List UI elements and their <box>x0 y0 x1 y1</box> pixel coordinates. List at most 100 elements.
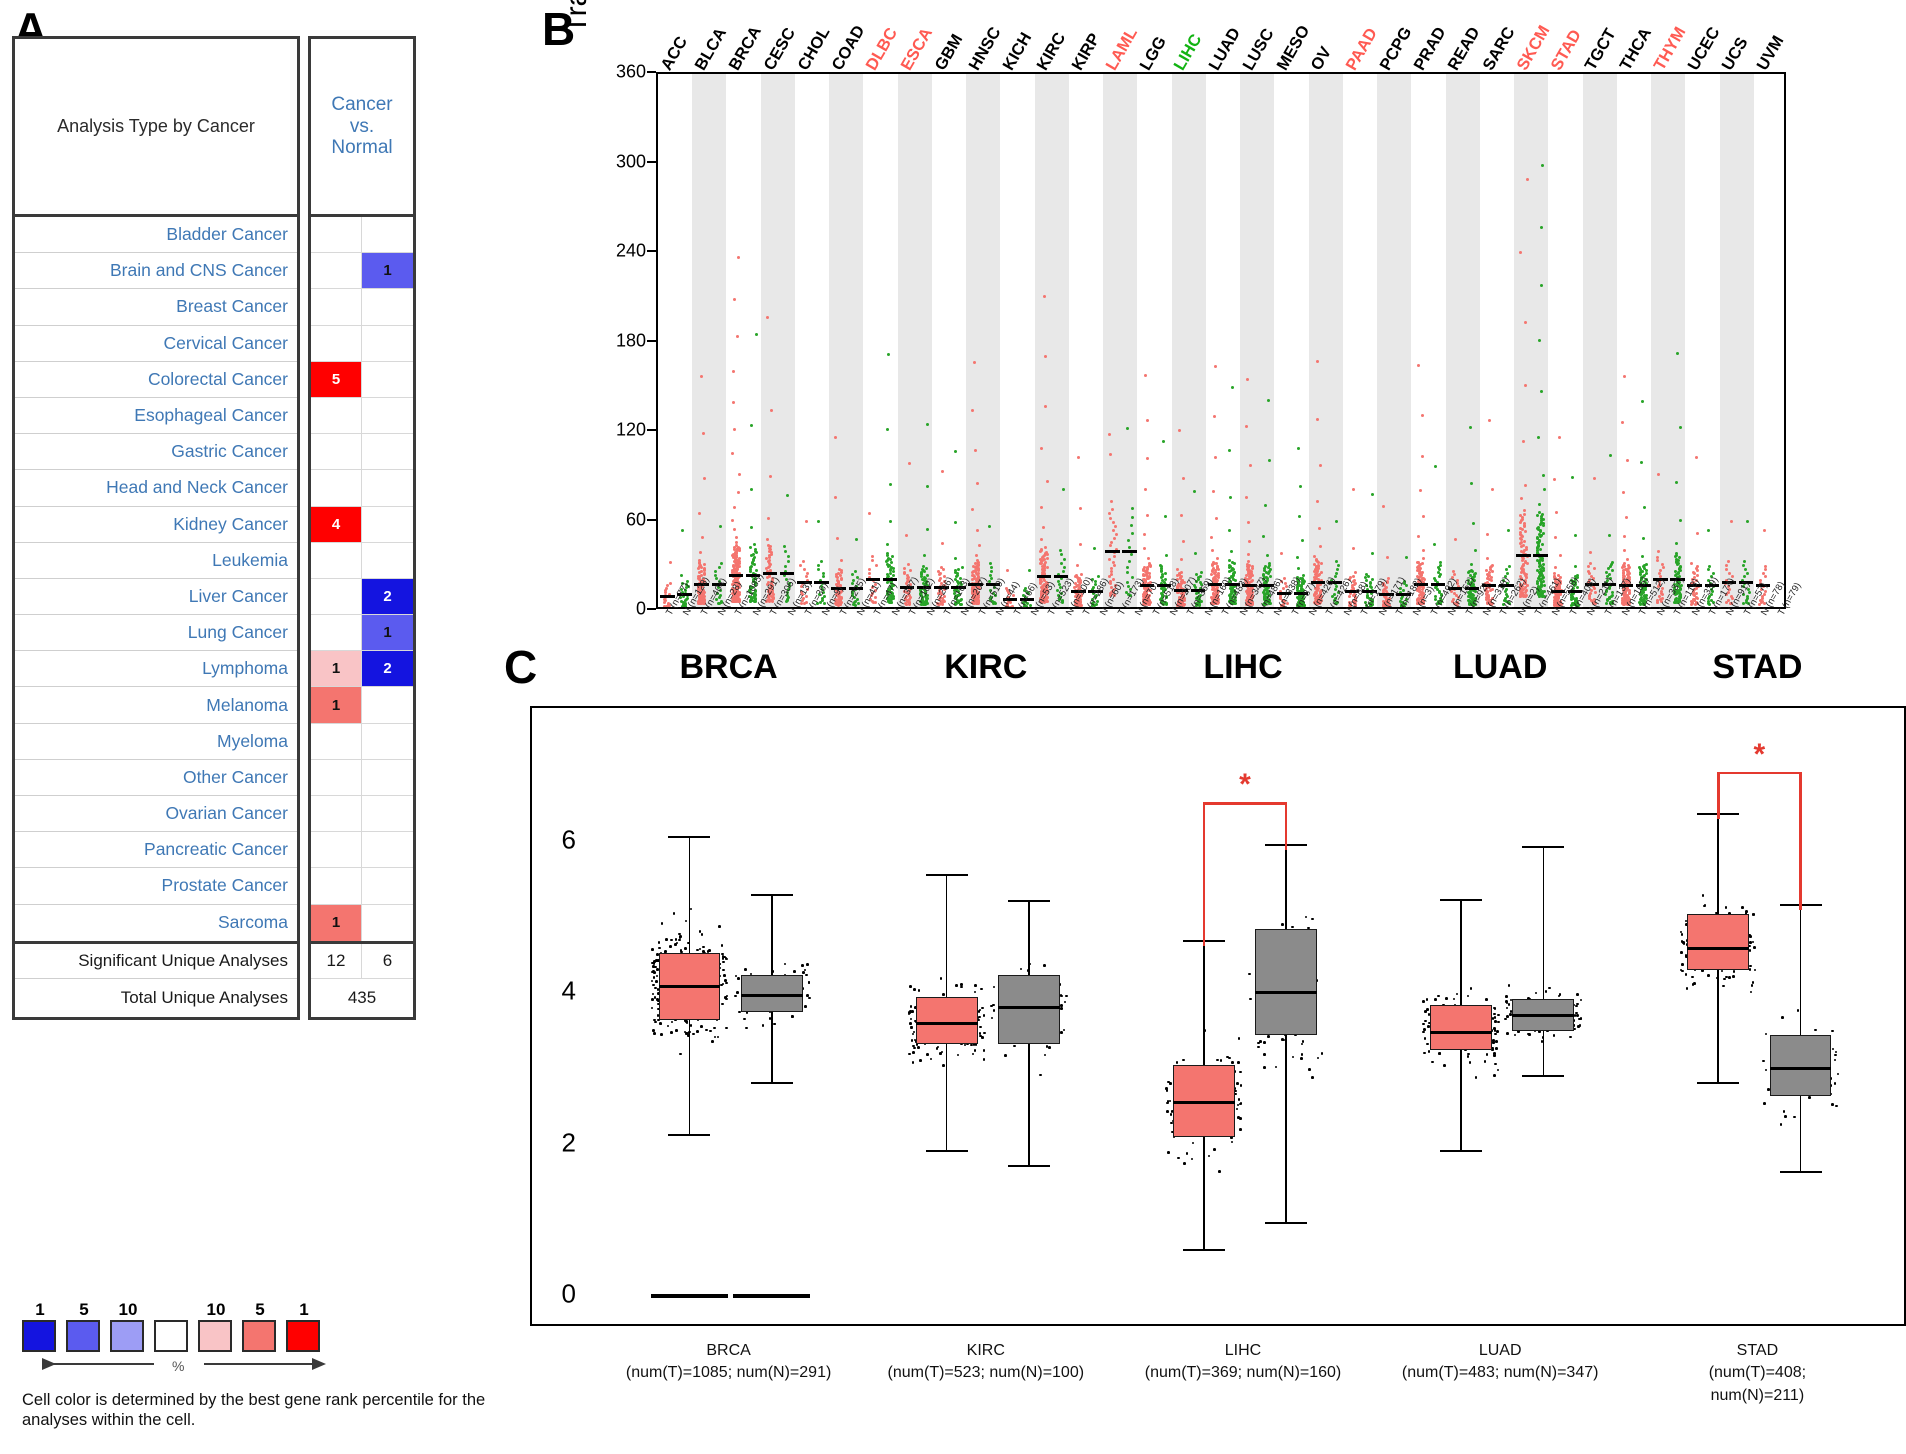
significance-bar-vertical <box>1202 802 1206 946</box>
panel-b-normal-dot <box>1233 562 1237 566</box>
panel-b-tumor-dot <box>1212 490 1216 494</box>
panel-c-data-point <box>990 1016 994 1020</box>
panel-b-normal-dot <box>1370 578 1374 581</box>
panel-b-tumor-dot <box>1417 535 1421 539</box>
legend-item: 5 <box>242 1300 278 1352</box>
panel-c-data-point <box>1213 1147 1216 1151</box>
panel-b-tumor-dot <box>731 400 735 404</box>
panel-c-data-point <box>955 984 958 987</box>
oncoprint-table-values: Cancer vs. Normal 154211211 12 6 435 <box>308 36 416 1020</box>
panel-b-normal-dot <box>1741 563 1745 567</box>
panel-b-tumor-dot <box>1727 571 1731 575</box>
panel-c-whisker <box>1542 846 1545 1075</box>
panel-c-data-point <box>1438 1052 1441 1055</box>
panel-b-tumor-dot <box>1655 559 1659 563</box>
panel-c-data-point <box>1505 1000 1509 1003</box>
panel-b-normal-dot <box>1296 447 1300 451</box>
panel-b-column-stripe <box>760 74 795 607</box>
panel-c-data-point <box>1257 1041 1260 1045</box>
cancer-type-label: Melanoma <box>15 687 297 724</box>
panel-c-data-point <box>806 963 809 966</box>
panel-b-tumor-dot <box>1658 568 1662 572</box>
panel-b-tumor-dot <box>1552 477 1556 481</box>
panel-c-data-point <box>1177 1156 1180 1160</box>
panel-c-data-point <box>1763 1101 1766 1105</box>
panel-c-data-point <box>761 1024 765 1027</box>
panel-b-tumor-dot <box>699 569 703 573</box>
panel-b-tumor-dot <box>1727 559 1731 563</box>
panel-b-tumor-dot <box>1656 549 1660 553</box>
panel-b-tumor-dot <box>1280 551 1284 555</box>
panel-c-data-point <box>909 1010 912 1014</box>
panel-c-data-point <box>1182 1058 1185 1062</box>
panel-b-normal-dot <box>956 567 960 571</box>
panel-c-group-title: BRCA <box>679 648 778 686</box>
overexpression-cell <box>311 434 362 470</box>
panel-b-tumor-dot <box>870 559 874 563</box>
panel-b-normal-dot <box>886 562 890 566</box>
panel-c-data-point <box>1513 1033 1517 1037</box>
panel-c-data-point <box>1274 1065 1278 1069</box>
panel-b-tumor-dot <box>802 567 806 571</box>
panel-c-data-point <box>672 912 676 915</box>
panel-c-data-point <box>1749 964 1753 968</box>
panel-b-tumor-dot <box>1142 533 1146 537</box>
panel-b-tumor-dot <box>1180 557 1183 561</box>
panel-c-data-point <box>650 979 654 983</box>
panel-b-tumor-dot <box>1210 536 1214 540</box>
panel-c-tumor-box <box>1687 914 1750 971</box>
panel-c-median-line <box>1430 1030 1492 1034</box>
panel-c-data-point <box>651 992 655 996</box>
panel-b-y-tick-mark <box>647 250 656 252</box>
panel-c-data-point <box>700 933 704 936</box>
panel-c-group-title: STAD <box>1712 648 1803 686</box>
panel-b-median-line <box>1430 582 1446 586</box>
panel-c-data-point <box>1493 1007 1497 1011</box>
panel-b-tumor-dot <box>669 560 673 564</box>
panel-b-normal-dot <box>1233 570 1237 574</box>
panel-b-cohort-label: UCS <box>1718 34 1752 74</box>
panel-b-normal-dot <box>921 564 925 568</box>
panel-b-normal-dot <box>1542 584 1546 588</box>
underexpression-cell <box>362 362 413 397</box>
overexpression-cell <box>311 217 362 253</box>
cancer-vs-normal-line-3: Normal <box>331 137 393 159</box>
panel-b-tumor-dot <box>1247 539 1251 543</box>
panel-b-normal-dot <box>1228 449 1232 453</box>
panel-b-normal-dot <box>1438 563 1442 567</box>
panel-c-data-point <box>1043 1053 1047 1057</box>
panel-b-median-line <box>1122 549 1137 553</box>
panel-c-data-point <box>911 1061 915 1064</box>
panel-b-tumor-dot <box>1422 515 1426 519</box>
panel-b-tumor-dot <box>1416 364 1420 368</box>
panel-b-normal-dot <box>1642 536 1646 540</box>
panel-b-tumor-dot <box>868 571 872 575</box>
panel-b-normal-dot <box>890 561 894 565</box>
table-row: 1 <box>311 253 413 290</box>
panel-b-normal-dot <box>1505 568 1508 572</box>
panel-c-data-point <box>1219 1059 1223 1062</box>
underexpression-cell <box>362 724 413 759</box>
panel-b-normal-dot <box>1265 553 1269 557</box>
underexpression-cell <box>362 470 413 505</box>
panel-c-data-point <box>1304 915 1308 919</box>
panel-c-zero-baseline <box>651 1294 728 1298</box>
panel-c-data-point <box>1497 1020 1500 1024</box>
total-analyses-value: 435 <box>347 987 377 1007</box>
panel-c-data-point <box>1423 1037 1427 1041</box>
panel-b-tumor-dot <box>907 461 911 465</box>
panel-b-normal-dot <box>889 482 893 486</box>
panel-b-cohort-label: LGG <box>1136 33 1171 74</box>
panel-b-tumor-dot <box>1553 566 1557 569</box>
panel-b-normal-dot <box>1231 566 1235 570</box>
panel-c-data-point <box>725 994 729 998</box>
panel-b-cohort-label: PCPG <box>1376 23 1416 74</box>
panel-b-tumor-dot <box>975 528 979 532</box>
cancer-type-label: Brain and CNS Cancer <box>15 253 297 290</box>
panel-b-tumor-dot <box>805 575 809 579</box>
panel-b-cohort-label: ACC <box>657 33 691 74</box>
panel-b-tumor-dot <box>701 432 705 436</box>
panel-b-tumor-dot <box>1107 557 1111 561</box>
panel-c-data-point <box>1063 1000 1067 1004</box>
panel-c-data-point <box>911 1032 915 1036</box>
